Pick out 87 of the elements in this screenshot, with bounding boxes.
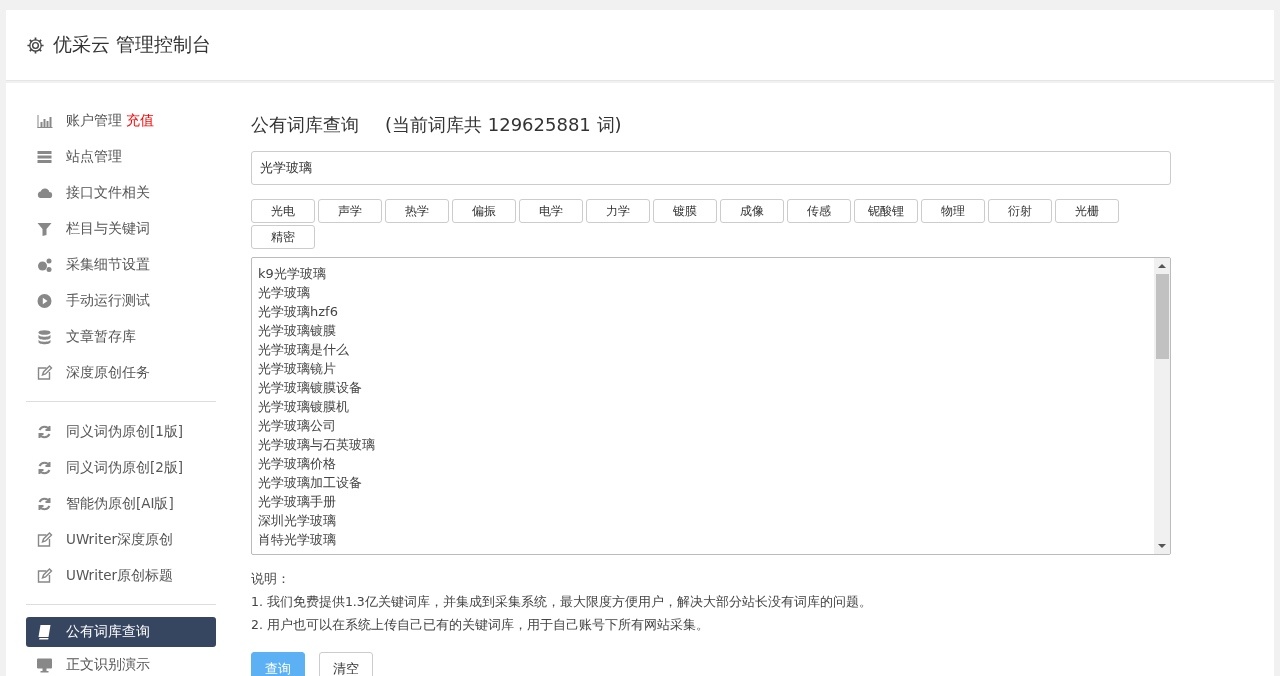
refresh-icon — [36, 496, 53, 512]
result-item[interactable]: 光学玻璃镀膜机 — [258, 397, 1148, 416]
sidebar-item[interactable]: 正文识别演示 — [26, 647, 216, 676]
result-item[interactable]: 光学玻璃镜片 — [258, 359, 1148, 378]
sidebar-label: 正文识别演示 — [66, 656, 150, 674]
console-title: 优采云 管理控制台 — [53, 32, 212, 57]
result-item[interactable]: 光学玻璃镀膜设备 — [258, 378, 1148, 397]
sidebar-label: 站点管理 — [66, 148, 122, 166]
monitor-icon — [36, 657, 53, 673]
edit-icon — [36, 568, 53, 584]
edit-icon — [36, 365, 53, 381]
sidebar-item[interactable]: 同义词伪原创[1版] — [26, 414, 216, 450]
sidebar-label: 深度原创任务 — [66, 364, 150, 382]
edit-icon — [36, 532, 53, 548]
sidebar-item[interactable]: UWriter原创标题 — [26, 558, 216, 594]
sidebar-item[interactable]: 文章暂存库 — [26, 319, 216, 355]
sidebar-label: UWriter深度原创 — [66, 531, 174, 549]
sidebar-item[interactable]: 同义词伪原创[2版] — [26, 450, 216, 486]
server-icon — [36, 149, 53, 165]
settings-icon — [26, 35, 45, 55]
page-title: 公有词库查询 — [251, 113, 359, 137]
book-icon — [36, 624, 53, 640]
sidebar-item[interactable]: 采集细节设置 — [26, 247, 216, 283]
sidebar-item[interactable]: 智能伪原创[AI版] — [26, 486, 216, 522]
scroll-thumb[interactable] — [1155, 274, 1169, 359]
refresh-icon — [36, 424, 53, 440]
scroll-up-icon[interactable] — [1158, 263, 1166, 269]
result-item[interactable]: 光学玻璃价格 — [258, 454, 1148, 473]
sidebar-item[interactable]: 深度原创任务 — [26, 355, 216, 391]
sidebar-label: 手动运行测试 — [66, 292, 150, 310]
tag-button[interactable]: 偏振 — [452, 199, 516, 223]
result-item[interactable]: 光学玻璃加工设备 — [258, 473, 1148, 492]
sidebar-item[interactable]: 接口文件相关 — [26, 175, 216, 211]
sidebar-label: 文章暂存库 — [66, 328, 136, 346]
sidebar-label: 采集细节设置 — [66, 256, 150, 274]
sidebar-item[interactable]: UWriter深度原创 — [26, 522, 216, 558]
sidebar-item[interactable]: 账户管理 充值 — [26, 103, 216, 139]
tag-button[interactable]: 热学 — [385, 199, 449, 223]
gears-icon — [36, 257, 53, 273]
note-text: 2. 用户也可以在系统上传自己已有的关键词库，用于自己账号下所有网站采集。 — [251, 616, 710, 634]
bar-chart-icon — [36, 113, 53, 129]
word-count: (当前词库共 129625881 词) — [385, 113, 622, 137]
clear-button[interactable]: 清空 — [319, 652, 373, 676]
tag-button[interactable]: 衍射 — [988, 199, 1052, 223]
result-item[interactable]: 光学玻璃手册 — [258, 492, 1148, 511]
sidebar-label: 接口文件相关 — [66, 184, 150, 202]
notes-heading: 说明： — [251, 570, 291, 588]
search-field[interactable]: 光学玻璃 — [251, 151, 1171, 185]
result-item[interactable]: k9光学玻璃 — [258, 264, 1148, 283]
tag-button[interactable]: 传感 — [787, 199, 851, 223]
tag-button[interactable]: 光电 — [251, 199, 315, 223]
tag-button[interactable]: 物理 — [921, 199, 985, 223]
tag-button[interactable]: 镀膜 — [653, 199, 717, 223]
tag-button[interactable]: 声学 — [318, 199, 382, 223]
tag-button[interactable]: 精密 — [251, 225, 315, 249]
result-item[interactable]: 肖特光学玻璃 — [258, 530, 1148, 549]
tag-button[interactable]: 铌酸锂 — [854, 199, 918, 223]
database-icon — [36, 329, 53, 345]
filter-icon — [36, 221, 53, 237]
sidebar-label: 同义词伪原创[2版] — [66, 459, 184, 477]
sidebar-label: 智能伪原创[AI版] — [66, 495, 174, 513]
recharge-link[interactable]: 充值 — [126, 112, 154, 130]
result-item[interactable]: 光学玻璃镀膜 — [258, 321, 1148, 340]
result-item[interactable]: 光学玻璃 — [258, 283, 1148, 302]
tag-button[interactable]: 电学 — [519, 199, 583, 223]
result-item[interactable]: 光学玻璃与石英玻璃 — [258, 435, 1148, 454]
scroll-down-icon[interactable] — [1158, 543, 1166, 549]
sidebar-item[interactable]: 站点管理 — [26, 139, 216, 175]
sidebar-label: UWriter原创标题 — [66, 567, 174, 585]
refresh-icon — [36, 460, 53, 476]
result-item[interactable]: 深圳光学玻璃 — [258, 511, 1148, 530]
sidebar-item[interactable]: 公有词库查询 — [26, 617, 216, 647]
play-icon — [36, 293, 53, 309]
scrollbar[interactable] — [1154, 258, 1170, 554]
result-item[interactable]: 光学玻璃是什么 — [258, 340, 1148, 359]
result-item[interactable]: 光学玻璃hzf6 — [258, 302, 1148, 321]
tag-button[interactable]: 光栅 — [1055, 199, 1119, 223]
note-text: 1. 我们免费提供1.3亿关键词库，并集成到采集系统，最大限度方便用户，解决大部分站长没有词库的问题。 — [251, 593, 873, 611]
sidebar-item[interactable]: 手动运行测试 — [26, 283, 216, 319]
sidebar-label: 同义词伪原创[1版] — [66, 423, 184, 441]
sidebar-label: 账户管理 — [66, 112, 122, 130]
result-item[interactable]: 光学玻璃公司 — [258, 416, 1148, 435]
sidebar-label: 栏目与关键词 — [66, 220, 150, 238]
tag-button[interactable]: 成像 — [720, 199, 784, 223]
sidebar-item[interactable]: 栏目与关键词 — [26, 211, 216, 247]
tag-button[interactable]: 力学 — [586, 199, 650, 223]
sidebar-label: 公有词库查询 — [66, 623, 150, 641]
